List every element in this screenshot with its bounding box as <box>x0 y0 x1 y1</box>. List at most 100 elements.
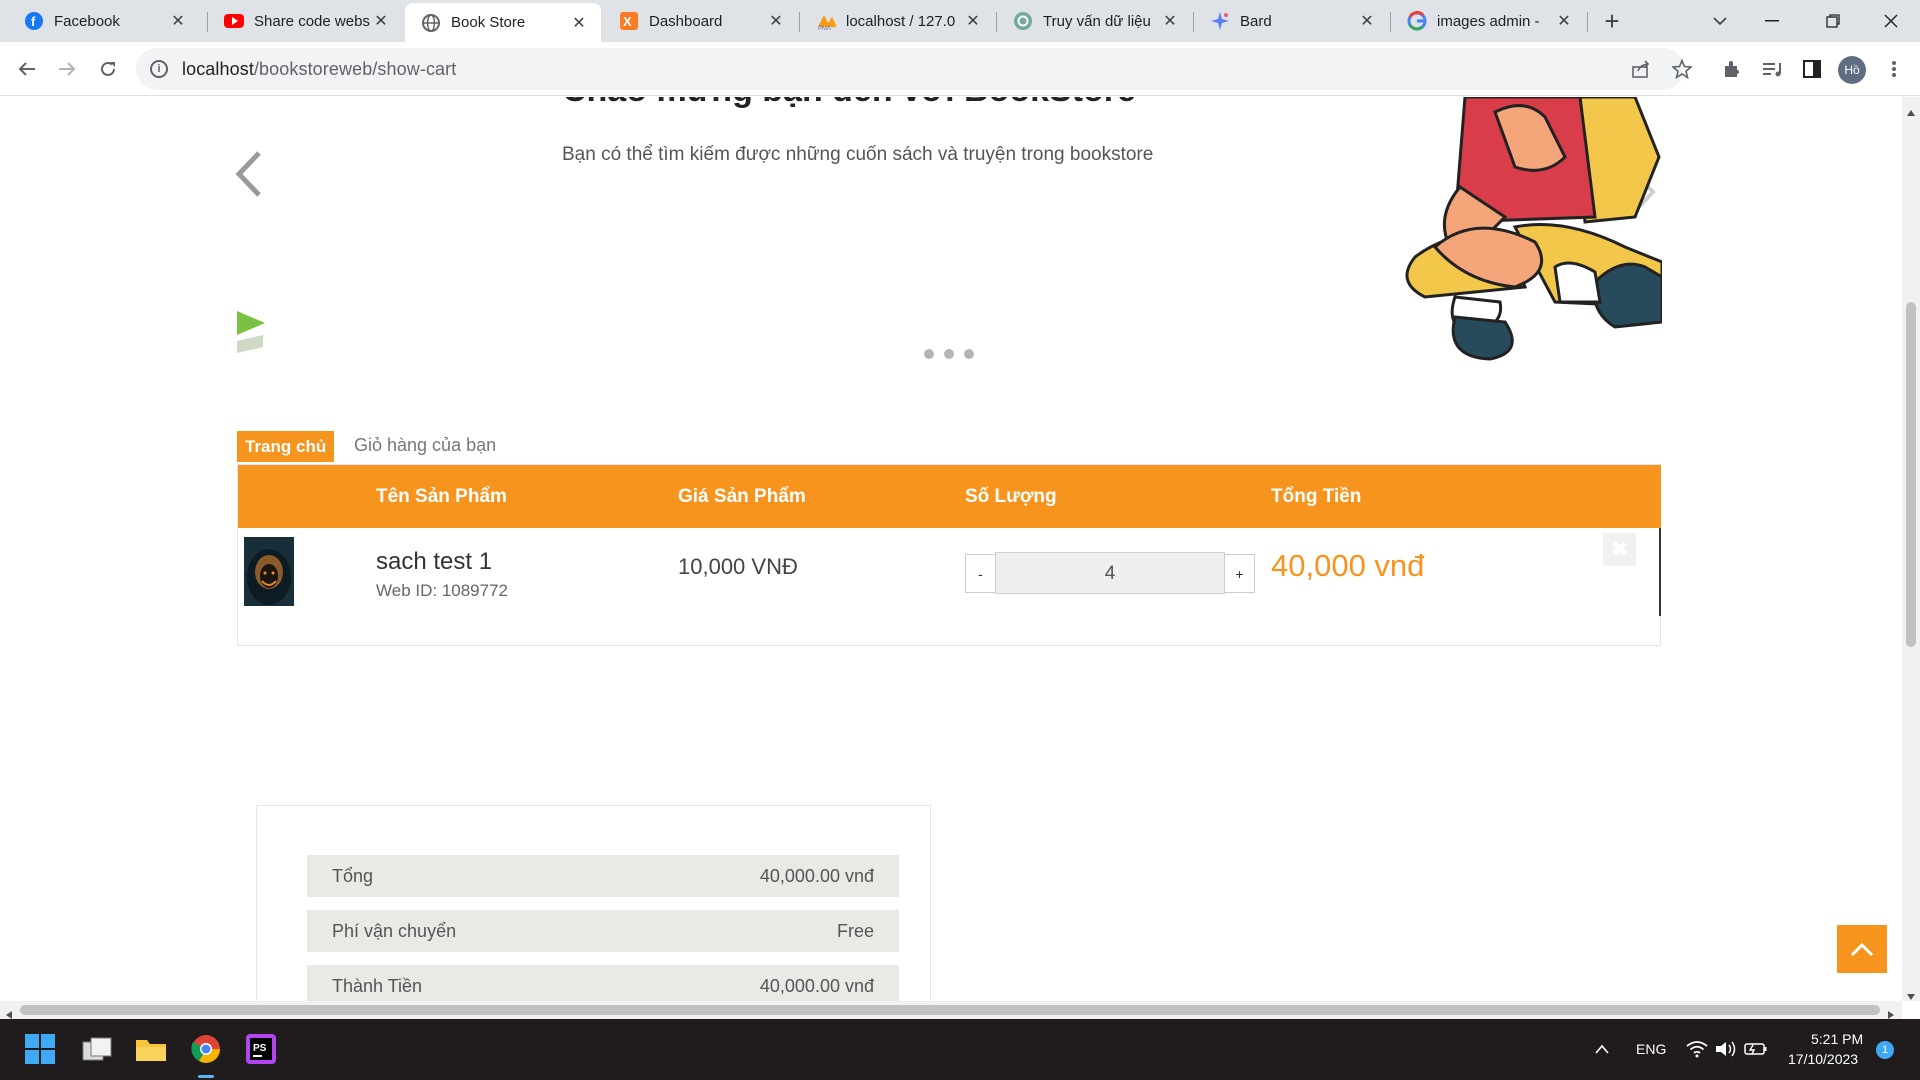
slider-indicators <box>924 349 974 359</box>
xampp-icon: X <box>619 11 639 31</box>
hero-reading-child-illustration <box>1395 97 1662 362</box>
product-web-id: Web ID: 1089772 <box>376 581 508 600</box>
slider-dot[interactable] <box>944 349 954 359</box>
product-thumbnail[interactable] <box>244 537 294 606</box>
breadcrumb-home-link[interactable]: Trang chủ <box>237 431 335 462</box>
tab-search-icon[interactable] <box>1700 4 1740 38</box>
close-icon[interactable]: ✕ <box>168 11 188 31</box>
product-price: 10,000 VNĐ <box>678 554 798 579</box>
profile-avatar[interactable]: Hồ <box>1838 56 1866 84</box>
tab-dashboard[interactable]: X Dashboard ✕ <box>603 4 798 38</box>
horizontal-scrollbar[interactable] <box>0 1001 1902 1019</box>
tab-bard[interactable]: Bard ✕ <box>1194 4 1389 38</box>
summary-grand-total-row: Thành Tiền 40,000.00 vnđ <box>307 965 899 1001</box>
tab-title: images admin - <box>1437 12 1540 30</box>
summary-value: 40,000.00 vnđ <box>759 866 874 886</box>
remove-item-button[interactable]: ✖ <box>1603 533 1636 566</box>
flag-decoration <box>237 311 267 378</box>
quantity-input[interactable]: 4 <box>995 552 1225 594</box>
address-bar[interactable]: i localhost/bookstoreweb/show-cart <box>136 48 1684 90</box>
clock-time: 5:21 PM <box>1811 1031 1864 1047</box>
side-panel-icon[interactable] <box>1794 51 1830 87</box>
minimize-button[interactable] <box>1752 4 1792 38</box>
site-info-icon[interactable]: i <box>150 60 168 78</box>
slider-dot[interactable] <box>924 349 934 359</box>
close-icon[interactable]: ✕ <box>1554 11 1574 31</box>
active-app-indicator <box>198 1075 214 1078</box>
row-divider <box>1659 528 1661 616</box>
close-icon[interactable]: ✕ <box>1357 11 1377 31</box>
tab-title: Dashboard <box>649 12 723 30</box>
summary-value: Free <box>836 921 874 941</box>
phpstorm-icon[interactable]: PS <box>243 1031 279 1067</box>
chevron-up-icon <box>1850 942 1874 957</box>
hero-title: Chào mừng bạn đến với BookStore <box>562 97 1136 110</box>
summary-subtotal-row: Tổng 40,000.00 vnđ <box>307 855 899 897</box>
close-icon[interactable]: ✕ <box>371 11 391 31</box>
battery-icon[interactable] <box>1738 1031 1774 1067</box>
extensions-icon[interactable] <box>1714 51 1750 87</box>
language-indicator[interactable]: ENG <box>1636 1041 1666 1057</box>
file-explorer-icon[interactable] <box>133 1031 169 1067</box>
svg-text:PMA: PMA <box>818 26 831 31</box>
facebook-icon: f <box>24 11 44 31</box>
tab-title: Book Store <box>451 14 526 31</box>
tab-title: Share code webs <box>254 12 370 30</box>
globe-icon <box>421 13 441 33</box>
header-quantity: Số Lượng <box>965 486 1057 507</box>
summary-label: Tổng <box>332 866 374 886</box>
vertical-scrollbar[interactable] <box>1902 97 1920 1001</box>
tab-book-store[interactable]: Book Store ✕ <box>405 3 601 42</box>
tab-phpmyadmin[interactable]: PMA localhost / 127.0 ✕ <box>800 4 995 38</box>
restore-button[interactable] <box>1813 4 1853 38</box>
browser-menu-icon[interactable] <box>1876 51 1912 87</box>
browser-tab-bar: f Facebook ✕ Share code webs ✕ Book Stor… <box>0 0 1920 42</box>
clock-date: 17/10/2023 <box>1788 1051 1859 1067</box>
slider-prev-arrow[interactable] <box>233 149 263 209</box>
cart-table: Tên Sản Phẩm Giá Sản Phẩm Số Lượng Tổng … <box>237 464 1661 646</box>
close-icon[interactable]: ✕ <box>963 11 983 31</box>
quantity-decrease-button[interactable]: - <box>965 554 996 593</box>
summary-label: Phí vận chuyển <box>332 921 457 941</box>
back-button[interactable] <box>9 51 45 87</box>
windows-taskbar: PS ENG 5:21 PM 17/10/2023 1 <box>0 1019 1920 1080</box>
tab-share-code[interactable]: Share code webs ✕ <box>208 4 403 38</box>
close-icon[interactable]: ✕ <box>1160 11 1180 31</box>
task-view-icon[interactable] <box>79 1031 115 1067</box>
scroll-down-arrow-icon[interactable] <box>1907 987 1915 1005</box>
summary-label: Thành Tiền <box>332 976 423 996</box>
quantity-increase-button[interactable]: + <box>1224 554 1255 593</box>
summary-value: 40,000.00 vnđ <box>759 976 874 996</box>
forward-button[interactable] <box>49 51 85 87</box>
tab-title: Truy vấn dữ liệu <box>1043 12 1151 30</box>
item-total: 40,000 vnđ <box>1271 548 1425 583</box>
page-viewport: Chào mừng bạn đến với BookStore Bạn có t… <box>0 97 1902 1001</box>
svg-text:PS: PS <box>253 1043 267 1054</box>
close-window-button[interactable] <box>1871 4 1911 38</box>
product-name[interactable]: sach test 1 <box>376 548 492 576</box>
tab-chatgpt[interactable]: Truy vấn dữ liệu ✕ <box>997 4 1192 38</box>
tab-facebook[interactable]: f Facebook ✕ <box>8 4 200 38</box>
reading-list-icon[interactable] <box>1754 51 1790 87</box>
horizontal-scroll-thumb[interactable] <box>20 1005 1880 1015</box>
vertical-scroll-thumb[interactable] <box>1906 302 1916 647</box>
notification-badge[interactable]: 1 <box>1876 1041 1894 1059</box>
close-icon[interactable]: ✕ <box>766 11 786 31</box>
close-icon[interactable]: ✕ <box>569 13 589 33</box>
cart-table-header: Tên Sản Phẩm Giá Sản Phẩm Số Lượng Tổng … <box>238 465 1661 528</box>
header-product-name: Tên Sản Phẩm <box>376 486 507 507</box>
share-icon[interactable] <box>1623 51 1659 87</box>
scroll-to-top-button[interactable] <box>1837 925 1887 973</box>
bookmark-star-icon[interactable] <box>1664 51 1700 87</box>
reload-button[interactable] <box>90 51 126 87</box>
header-product-price: Giá Sản Phẩm <box>678 486 806 507</box>
new-tab-button[interactable]: + <box>1592 4 1632 38</box>
slider-dot[interactable] <box>964 349 974 359</box>
windows-start-icon[interactable] <box>22 1031 58 1067</box>
chrome-icon[interactable] <box>188 1031 224 1067</box>
tab-title: Facebook <box>54 12 120 30</box>
bard-icon <box>1210 11 1230 31</box>
tab-images-admin[interactable]: images admin - ✕ <box>1391 4 1586 38</box>
chevron-up-icon[interactable] <box>1584 1031 1620 1067</box>
scroll-up-arrow-icon[interactable] <box>1907 103 1915 121</box>
